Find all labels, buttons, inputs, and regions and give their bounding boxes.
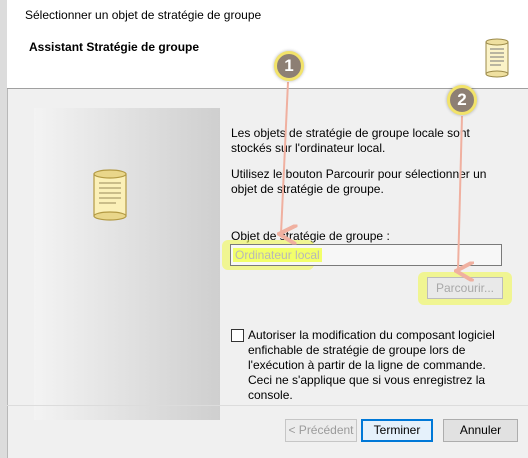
description-browse: Utilisez le bouton Parcourir pour sélect… xyxy=(231,167,487,196)
scroll-icon xyxy=(485,38,509,78)
arrow-1 xyxy=(281,81,288,234)
annotation-badge-1: 1 xyxy=(274,51,304,81)
annotation-badge-2: 2 xyxy=(447,85,477,115)
previous-button[interactable]: < Précédent xyxy=(285,419,357,442)
wizard-side-image xyxy=(34,108,220,420)
allow-edit-checkbox[interactable] xyxy=(231,329,244,342)
allow-edit-label: Autoriser la modification du composant l… xyxy=(248,328,495,402)
footer-divider xyxy=(7,405,528,406)
wizard-header: Assistant Stratégie de groupe xyxy=(7,30,528,89)
browse-button[interactable]: Parcourir... xyxy=(427,277,503,299)
gpo-field[interactable]: Ordinateur local xyxy=(230,244,502,266)
window-title: Sélectionner un objet de stratégie de gr… xyxy=(25,8,262,22)
finish-button[interactable]: Terminer xyxy=(361,419,433,442)
description-local-gpo: Les objets de stratégie de groupe locale… xyxy=(231,126,470,155)
title-bar[interactable]: Sélectionner un objet de stratégie de gr… xyxy=(7,0,528,30)
scroll-icon xyxy=(93,169,127,221)
cancel-button[interactable]: Annuler xyxy=(443,419,518,442)
gpo-value: Ordinateur local xyxy=(233,248,322,262)
wizard-title: Assistant Stratégie de groupe xyxy=(29,40,200,54)
